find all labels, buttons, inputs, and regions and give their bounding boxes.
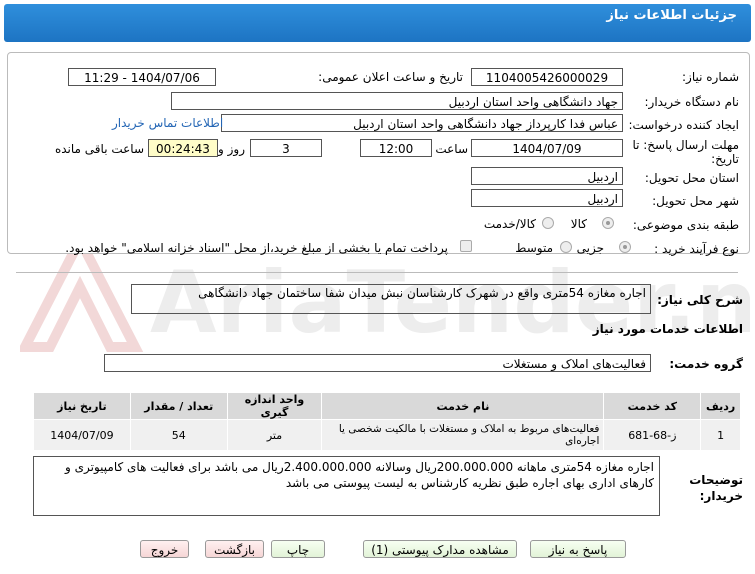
deadline-time-label: ساعت (435, 142, 468, 156)
deadline-time-field: 12:00 (360, 139, 432, 157)
reply-button[interactable]: پاسخ به نیاز (530, 540, 626, 558)
buyer-label: نام دستگاه خریدار: (644, 95, 740, 109)
page-header: جزئیات اطلاعات نیاز (4, 4, 751, 42)
divider (16, 272, 738, 273)
process-option-minor: جزیی (576, 241, 604, 255)
cell-service-name: فعالیت‌های مربوط به املاک و مستغلات با م… (321, 419, 605, 451)
col-quantity: تعداد / مقدار (129, 392, 228, 420)
creator-field: عباس فدا کارپرداز جهاد دانشگاهی واحد است… (221, 114, 623, 132)
deadline-label-date: تاریخ: (711, 152, 739, 166)
buyer-contact-link[interactable]: اطلاعات تماس خریدار (112, 116, 223, 130)
category-option-goods-service: کالا/خدمت (483, 217, 536, 231)
announce-field: 1404/07/06 - 11:29 (68, 68, 216, 86)
back-button[interactable]: بازگشت (205, 540, 264, 558)
cell-row: 1 (700, 419, 741, 451)
category-option-goods: کالا (570, 217, 587, 231)
cell-quantity: 54 (129, 419, 228, 451)
treasury-note: پرداخت تمام یا بخشی از مبلغ خرید،از محل … (65, 241, 448, 255)
col-row: ردیف (700, 392, 741, 420)
category-label: طبقه بندی موضوعی: (632, 218, 739, 232)
buyer-field: جهاد دانشگاهی واحد استان اردبیل (171, 92, 623, 110)
services-table: ردیف کد خدمت نام خدمت واحد اندازه گیری ت… (33, 392, 741, 451)
treasury-checkbox[interactable] (460, 240, 472, 252)
summary-field: اجاره مغازه 54متری واقع در شهرک کارشناسا… (131, 284, 651, 314)
cell-need-date: 1404/07/09 (33, 419, 131, 451)
city-field: اردبیل (471, 189, 623, 207)
need-number-field: 1104005426000029 (471, 68, 623, 86)
services-heading: اطلاعات خدمات مورد نیاز (592, 322, 743, 336)
days-field: 3 (250, 139, 322, 157)
remaining-time-field: 00:24:43 (148, 139, 218, 157)
province-field: اردبیل (471, 167, 623, 185)
col-service-name: نام خدمت (321, 392, 605, 420)
col-unit: واحد اندازه گیری (226, 392, 323, 420)
process-label: نوع فرآیند خرید : (654, 242, 739, 256)
need-number-label: شماره نیاز: (682, 70, 739, 84)
col-need-date: تاریخ نیاز (33, 392, 131, 420)
announce-label: تاریخ و ساعت اعلان عمومی: (318, 70, 463, 84)
process-radio-minor[interactable] (619, 241, 631, 253)
service-group-field: فعالیت‌های املاک و مستغلات (104, 354, 651, 372)
buyer-notes-label: توضیحات (689, 473, 743, 487)
process-radio-medium[interactable] (560, 241, 572, 253)
buyer-notes-label-2: خریدار: (699, 489, 743, 503)
province-label: استان محل تحویل: (644, 171, 739, 185)
buyer-notes-field: اجاره مغازه 54متری ماهانه 200.000.000ریا… (33, 456, 660, 516)
service-group-label: گروه خدمت: (669, 357, 743, 371)
table-row: 1 ز-68-681 فعالیت‌های مربوط به املاک و م… (33, 419, 741, 451)
table-header-row: ردیف کد خدمت نام خدمت واحد اندازه گیری ت… (33, 392, 741, 420)
summary-label: شرح کلی نیاز: (657, 293, 743, 307)
city-label: شهر محل تحویل: (652, 194, 739, 208)
cell-service-code: ز-68-681 (603, 419, 702, 451)
category-radio-goods[interactable] (602, 217, 614, 229)
days-label: روز و (218, 142, 245, 156)
remaining-label: ساعت باقی مانده (54, 142, 144, 156)
creator-label: ایجاد کننده درخواست: (628, 118, 739, 132)
page-title: جزئیات اطلاعات نیاز (606, 8, 737, 23)
cell-unit: متر (226, 419, 323, 451)
exit-button[interactable]: خروج (140, 540, 189, 558)
deadline-date-field: 1404/07/09 (471, 139, 623, 157)
col-service-code: کد خدمت (603, 392, 702, 420)
category-radio-goods-service[interactable] (542, 217, 554, 229)
deadline-label: مهلت ارسال پاسخ: تا (632, 138, 739, 152)
attachments-button[interactable]: مشاهده مدارک پیوستی (1) (363, 540, 517, 558)
process-option-medium: متوسط (515, 241, 553, 255)
print-button[interactable]: چاپ (271, 540, 325, 558)
